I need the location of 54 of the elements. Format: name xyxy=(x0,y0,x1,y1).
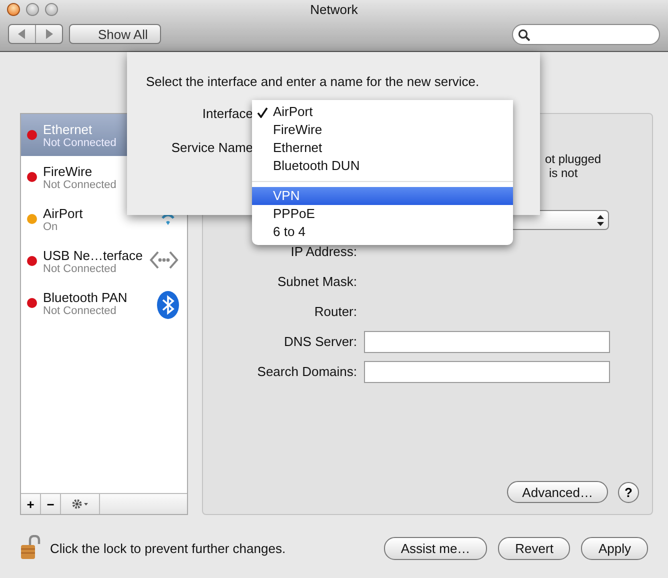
gear-icon[interactable] xyxy=(71,498,89,510)
window-title: Network xyxy=(309,2,359,17)
menu-item[interactable]: PPPoE xyxy=(252,205,513,223)
field-label: Subnet Mask: xyxy=(276,273,357,291)
field-label: IP Address: xyxy=(290,243,357,261)
menu-item[interactable]: AirPort xyxy=(252,103,513,121)
field-label: DNS Server: xyxy=(283,333,357,351)
status-text: is not xyxy=(548,166,579,180)
service-name: FireWire xyxy=(43,164,94,178)
service-status: Not Connected xyxy=(43,262,118,274)
add-button[interactable]: + xyxy=(21,494,41,514)
remove-button[interactable]: − xyxy=(41,494,61,514)
updown-arrows-icon xyxy=(597,214,604,226)
minimize-button[interactable] xyxy=(26,3,39,16)
field-label: Search Domains: xyxy=(256,363,357,381)
back-forward-control[interactable] xyxy=(8,24,63,44)
menu-item[interactable]: FireWire xyxy=(252,121,513,139)
service-item[interactable]: FireWire Not Connected xyxy=(21,156,187,198)
back-icon[interactable] xyxy=(18,29,26,39)
apply-button[interactable]: Apply xyxy=(581,536,648,560)
field-label: Router: xyxy=(313,303,357,321)
status-text: ot plugged xyxy=(545,152,602,166)
service-name: USB Ne…terface xyxy=(43,248,144,262)
input-field[interactable] xyxy=(364,331,610,353)
service-item[interactable]: USB Ne…terface Not Connected xyxy=(21,240,187,282)
help-button[interactable]: ? xyxy=(618,482,639,502)
search-icon xyxy=(518,28,530,40)
service-status: On xyxy=(43,220,59,232)
sheet-prompt: Select the interface and enter a name for the new service. xyxy=(146,74,480,89)
menu-item[interactable]: Ethernet xyxy=(252,139,513,157)
menu-item[interactable]: VPN xyxy=(252,187,513,205)
revert-button[interactable]: Revert xyxy=(498,536,570,560)
search-field[interactable] xyxy=(512,24,660,45)
service-name: AirPort xyxy=(43,206,84,220)
menu-item[interactable]: 6 to 4 xyxy=(252,223,513,241)
field-label: Interface xyxy=(201,106,253,120)
close-button[interactable] xyxy=(7,3,20,16)
service-status: Not Connected xyxy=(43,136,118,148)
lock-message: Click the lock to prevent further changes. xyxy=(50,540,287,556)
service-item[interactable]: Bluetooth PAN Not Connected xyxy=(21,282,187,324)
show-all-button[interactable]: Show All xyxy=(69,24,161,44)
service-status: Not Connected xyxy=(43,178,118,190)
zoom-button[interactable] xyxy=(45,3,58,16)
bluetooth-icon xyxy=(157,291,179,319)
service-name: Bluetooth PAN xyxy=(43,290,128,304)
forward-icon[interactable] xyxy=(45,29,53,39)
service-name: Ethernet xyxy=(43,122,94,136)
assist-button[interactable]: Assist me… xyxy=(384,536,488,560)
network-arrows-icon xyxy=(149,249,179,271)
service-status: Not Connected xyxy=(43,304,118,316)
advanced-button[interactable]: Advanced… xyxy=(507,481,608,503)
lock-icon[interactable] xyxy=(20,535,42,561)
input-field[interactable] xyxy=(364,361,610,383)
menu-item[interactable]: Bluetooth DUN xyxy=(252,157,513,175)
